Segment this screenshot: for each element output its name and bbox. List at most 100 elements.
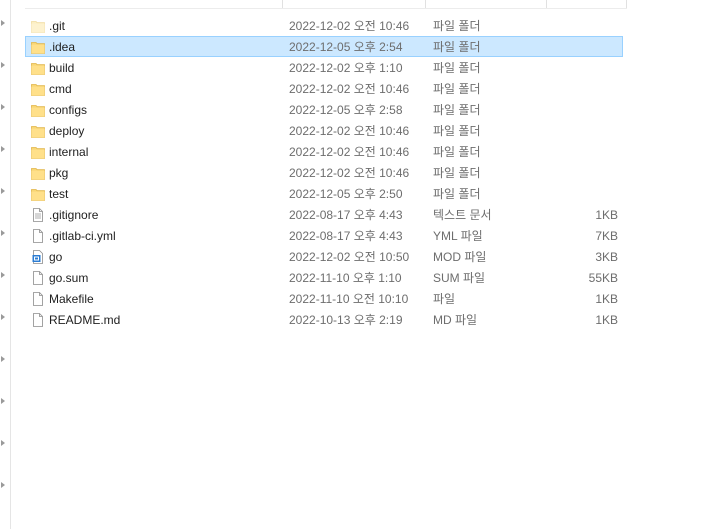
file-name: .idea xyxy=(49,40,76,54)
file-icon xyxy=(31,228,45,244)
folder-icon xyxy=(31,144,45,160)
file-type: 파일 폴더 xyxy=(433,124,481,138)
file-row[interactable]: pkg 2022-12-02 오전 10:46 파일 폴더 xyxy=(25,162,623,183)
file-row[interactable]: Makefile 2022-11-10 오전 10:10 파일 1KB xyxy=(25,288,623,309)
file-name: .gitignore xyxy=(49,208,99,222)
file-row[interactable]: configs 2022-12-05 오후 2:58 파일 폴더 xyxy=(25,99,623,120)
file-row[interactable]: .gitignore 2022-08-17 오후 4:43 텍스트 문서 1KB xyxy=(25,204,623,225)
column-divider[interactable] xyxy=(626,0,627,8)
text-document-icon xyxy=(31,207,45,223)
file-name: .git xyxy=(49,19,66,33)
file-name: Makefile xyxy=(49,292,94,306)
file-name: test xyxy=(49,187,69,201)
expand-arrow-icon[interactable] xyxy=(1,230,5,236)
file-type: 파일 폴더 xyxy=(433,103,481,117)
file-type: 파일 폴더 xyxy=(433,61,481,75)
expand-arrow-icon[interactable] xyxy=(1,104,5,110)
expand-arrow-icon[interactable] xyxy=(1,20,5,26)
file-type: SUM 파일 xyxy=(433,271,486,285)
file-name: .gitlab-ci.yml xyxy=(49,229,116,243)
file-size: 1KB xyxy=(595,208,618,222)
file-list: .git 2022-12-02 오전 10:46 파일 폴더 .idea 202… xyxy=(25,15,623,330)
file-type: 파일 폴더 xyxy=(433,19,481,33)
expand-arrow-icon[interactable] xyxy=(1,482,5,488)
file-name: README.md xyxy=(49,313,121,327)
file-name: deploy xyxy=(49,124,85,138)
file-type: MD 파일 xyxy=(433,313,478,327)
expand-arrow-icon[interactable] xyxy=(1,356,5,362)
file-row[interactable]: internal 2022-12-02 오전 10:46 파일 폴더 xyxy=(25,141,623,162)
file-type: 파일 폴더 xyxy=(433,145,481,159)
file-row[interactable]: cmd 2022-12-02 오전 10:46 파일 폴더 xyxy=(25,78,623,99)
mod-file-icon xyxy=(31,249,45,265)
file-type: 파일 폴더 xyxy=(433,82,481,96)
file-row[interactable]: go.sum 2022-11-10 오후 1:10 SUM 파일 55KB xyxy=(25,267,623,288)
file-name: go xyxy=(49,250,63,264)
file-type: MOD 파일 xyxy=(433,250,487,264)
folder-icon xyxy=(31,102,45,118)
file-row[interactable]: test 2022-12-05 오후 2:50 파일 폴더 xyxy=(25,183,623,204)
expand-arrow-icon[interactable] xyxy=(1,398,5,404)
file-modified-date: 2022-08-17 오후 4:43 xyxy=(289,208,403,222)
file-type: YML 파일 xyxy=(433,229,483,243)
file-modified-date: 2022-12-05 오후 2:50 xyxy=(289,187,403,201)
file-name: internal xyxy=(49,145,89,159)
file-size: 3KB xyxy=(595,250,618,264)
file-icon xyxy=(31,270,45,286)
file-name: pkg xyxy=(49,166,69,180)
file-modified-date: 2022-12-02 오전 10:46 xyxy=(289,145,410,159)
file-modified-date: 2022-12-02 오전 10:50 xyxy=(289,250,410,264)
file-name: go.sum xyxy=(49,271,89,285)
file-size: 1KB xyxy=(595,292,618,306)
folder-icon xyxy=(31,81,45,97)
file-modified-date: 2022-11-10 오전 10:10 xyxy=(289,292,409,306)
folder-icon xyxy=(31,60,45,76)
file-type: 파일 xyxy=(433,292,456,306)
file-icon xyxy=(31,291,45,307)
file-modified-date: 2022-12-02 오후 1:10 xyxy=(289,61,403,75)
file-type: 파일 폴더 xyxy=(433,187,481,201)
file-type: 텍스트 문서 xyxy=(433,208,492,222)
expand-arrow-icon[interactable] xyxy=(1,314,5,320)
expand-arrow-icon[interactable] xyxy=(1,188,5,194)
file-size: 55KB xyxy=(588,271,618,285)
file-row[interactable]: go 2022-12-02 오전 10:50 MOD 파일 3KB xyxy=(25,246,623,267)
expand-arrow-icon[interactable] xyxy=(1,440,5,446)
file-modified-date: 2022-08-17 오후 4:43 xyxy=(289,229,403,243)
file-modified-date: 2022-12-05 오후 2:54 xyxy=(289,40,403,54)
file-modified-date: 2022-12-02 오전 10:46 xyxy=(289,82,410,96)
file-type: 파일 폴더 xyxy=(433,166,481,180)
file-row[interactable]: build 2022-12-02 오후 1:10 파일 폴더 xyxy=(25,57,623,78)
folder-icon xyxy=(31,123,45,139)
folder-icon xyxy=(31,186,45,202)
file-row[interactable]: README.md 2022-10-13 오후 2:19 MD 파일 1KB xyxy=(25,309,623,330)
file-size: 7KB xyxy=(595,229,618,243)
file-modified-date: 2022-10-13 오후 2:19 xyxy=(289,313,403,327)
file-modified-date: 2022-12-02 오전 10:46 xyxy=(289,124,410,138)
file-modified-date: 2022-12-02 오전 10:46 xyxy=(289,19,410,33)
folder-icon xyxy=(31,39,45,55)
expand-arrow-icon[interactable] xyxy=(1,272,5,278)
file-modified-date: 2022-12-05 오후 2:58 xyxy=(289,103,403,117)
file-name: configs xyxy=(49,103,88,117)
file-row[interactable]: .gitlab-ci.yml 2022-08-17 오후 4:43 YML 파일… xyxy=(25,225,623,246)
folder-icon xyxy=(31,18,45,34)
file-row[interactable]: .idea 2022-12-05 오후 2:54 파일 폴더 xyxy=(25,36,623,57)
folder-icon xyxy=(31,165,45,181)
file-row[interactable]: deploy 2022-12-02 오전 10:46 파일 폴더 xyxy=(25,120,623,141)
expand-arrow-icon[interactable] xyxy=(1,146,5,152)
file-type: 파일 폴더 xyxy=(433,40,481,54)
file-modified-date: 2022-12-02 오전 10:46 xyxy=(289,166,410,180)
expand-arrow-icon[interactable] xyxy=(1,62,5,68)
navigation-pane-edge xyxy=(0,0,11,529)
file-name: build xyxy=(49,61,75,75)
column-divider[interactable] xyxy=(546,0,547,8)
file-modified-date: 2022-11-10 오후 1:10 xyxy=(289,271,402,285)
file-icon xyxy=(31,312,45,328)
column-header-bar[interactable] xyxy=(25,0,627,9)
file-name: cmd xyxy=(49,82,72,96)
column-divider[interactable] xyxy=(282,0,283,8)
file-size: 1KB xyxy=(595,313,618,327)
file-row[interactable]: .git 2022-12-02 오전 10:46 파일 폴더 xyxy=(25,15,623,36)
column-divider[interactable] xyxy=(425,0,426,8)
